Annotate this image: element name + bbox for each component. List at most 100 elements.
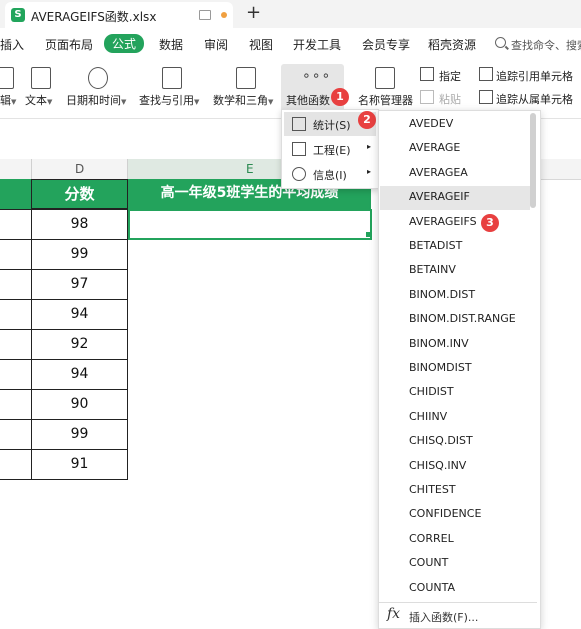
step-badge-2: 2: [358, 111, 376, 129]
menu-shell-resources[interactable]: 稻壳资源: [428, 36, 476, 53]
logic-function-icon[interactable]: [0, 67, 14, 89]
menu-item-engineering[interactable]: 工程(E) ▸: [282, 137, 378, 161]
column-c-cell[interactable]: [0, 419, 31, 450]
column-d-header[interactable]: D: [75, 162, 84, 176]
score-cell[interactable]: 97: [31, 269, 128, 300]
function-item[interactable]: AVERAGEA: [409, 166, 468, 179]
name-manager-icon[interactable]: [375, 67, 395, 89]
score-cell[interactable]: 90: [31, 389, 128, 420]
more-dots-icon: ∘∘∘: [302, 68, 332, 84]
function-item[interactable]: CHITEST: [409, 483, 456, 496]
selected-cell-e2[interactable]: [128, 209, 372, 240]
column-c-cell[interactable]: [0, 209, 31, 240]
document-title: AVERAGEIFS函数.xlsx: [31, 10, 157, 24]
statistics-label: 统计(S): [313, 119, 351, 132]
column-c-cell[interactable]: [0, 449, 31, 480]
score-cell[interactable]: 99: [31, 419, 128, 450]
menu-page-layout[interactable]: 页面布局: [45, 36, 93, 53]
step-badge-1: 1: [331, 88, 349, 106]
function-item[interactable]: CHISQ.INV: [409, 459, 466, 472]
engineering-label: 工程(E): [313, 144, 351, 157]
score-cell[interactable]: 98: [31, 209, 128, 240]
score-header-cell[interactable]: 分数: [31, 179, 128, 209]
function-item[interactable]: CONFIDENCE: [409, 507, 481, 520]
column-divider: [31, 159, 32, 179]
document-tab[interactable]: S AVERAGEIFS函数.xlsx: [5, 2, 233, 28]
function-item[interactable]: CHIDIST: [409, 385, 454, 398]
scrollbar-thumb[interactable]: [530, 113, 536, 208]
menu-item-information[interactable]: 信息(I) ▸: [282, 162, 378, 186]
trace-dependents-icon[interactable]: [479, 90, 493, 104]
column-e-header[interactable]: E: [246, 162, 254, 176]
fill-handle[interactable]: [366, 232, 371, 237]
function-item[interactable]: COUNTA: [409, 581, 455, 594]
lookup-icon[interactable]: [162, 67, 182, 89]
function-item[interactable]: BINOM.DIST.RANGE: [409, 312, 516, 325]
menu-developer[interactable]: 开发工具: [293, 36, 341, 53]
fx-icon: fx: [387, 606, 401, 622]
function-item[interactable]: AVEDEV: [409, 117, 453, 130]
function-item[interactable]: BINOM.DIST: [409, 288, 475, 301]
specify-button[interactable]: 指定: [439, 68, 461, 84]
paste-icon: [420, 90, 434, 104]
trace-precedents-button[interactable]: 追踪引用单元格: [496, 68, 573, 84]
datetime-function-button[interactable]: 日期和时间▼: [66, 92, 126, 108]
function-item[interactable]: BINOM.INV: [409, 337, 469, 350]
specify-icon[interactable]: [420, 67, 434, 81]
score-cell[interactable]: 99: [31, 239, 128, 270]
new-tab-button[interactable]: +: [246, 2, 261, 23]
device-icon[interactable]: [199, 10, 211, 20]
name-manager-button[interactable]: 名称管理器: [358, 92, 413, 108]
math-function-button[interactable]: 数学和三角▼: [213, 92, 273, 108]
function-item[interactable]: AVERAGEIFS: [409, 215, 477, 228]
info-icon: [292, 167, 306, 181]
more-functions-label: 其他函数: [286, 94, 330, 107]
menu-view[interactable]: 视图: [249, 36, 273, 53]
insert-function-label: 插入函数(F)...: [409, 611, 479, 624]
engineering-icon: [292, 142, 306, 156]
unsaved-dot-icon: [221, 12, 227, 18]
column-c-cell[interactable]: [0, 329, 31, 360]
score-cell[interactable]: 91: [31, 449, 128, 480]
menu-member[interactable]: 会员专享: [362, 36, 410, 53]
column-c-cell[interactable]: [0, 389, 31, 420]
trace-precedents-icon[interactable]: [479, 67, 493, 81]
lookup-function-button[interactable]: 查找与引用▼: [139, 92, 199, 108]
column-c-cell[interactable]: [0, 299, 31, 330]
clock-icon[interactable]: [88, 67, 108, 89]
math-icon[interactable]: [236, 67, 256, 89]
menu-review[interactable]: 审阅: [204, 36, 228, 53]
menu-insert[interactable]: 插入: [0, 36, 24, 53]
column-c-header-cell[interactable]: [0, 179, 31, 209]
function-item[interactable]: BINOMDIST: [409, 361, 472, 374]
information-label: 信息(I): [313, 169, 347, 182]
function-item[interactable]: CHIINV: [409, 410, 447, 423]
menu-data[interactable]: 数据: [159, 36, 183, 53]
function-item[interactable]: COUNT: [409, 556, 448, 569]
function-item[interactable]: CORREL: [409, 532, 454, 545]
function-item[interactable]: BETAINV: [409, 263, 456, 276]
column-c-cell[interactable]: [0, 269, 31, 300]
insert-function-button[interactable]: fx 插入函数(F)...: [379, 602, 537, 628]
column-divider: [127, 159, 128, 179]
score-cell[interactable]: 94: [31, 299, 128, 330]
score-cell[interactable]: 94: [31, 359, 128, 390]
chart-icon: [292, 117, 306, 131]
spreadsheet-icon: S: [11, 8, 25, 22]
text-function-button[interactable]: 文本▼: [25, 92, 52, 108]
paste-button: 粘贴: [439, 93, 461, 106]
text-function-icon[interactable]: [31, 67, 51, 89]
trace-dependents-button[interactable]: 追踪从属单元格: [496, 91, 573, 107]
column-c-cell[interactable]: [0, 239, 31, 270]
function-item[interactable]: CHISQ.DIST: [409, 434, 473, 447]
step-badge-3: 3: [481, 214, 499, 232]
menu-formulas[interactable]: 公式: [104, 34, 145, 53]
column-c-cell[interactable]: [0, 359, 31, 390]
chevron-right-icon: ▸: [367, 167, 372, 176]
score-cell[interactable]: 92: [31, 329, 128, 360]
logic-function-label[interactable]: 辑▼: [0, 92, 16, 108]
function-item[interactable]: AVERAGE: [409, 141, 460, 154]
function-item[interactable]: AVERAGEIF: [409, 190, 470, 203]
function-item[interactable]: BETADIST: [409, 239, 462, 252]
search-command-input[interactable]: 查找命令、搜索: [511, 37, 581, 53]
